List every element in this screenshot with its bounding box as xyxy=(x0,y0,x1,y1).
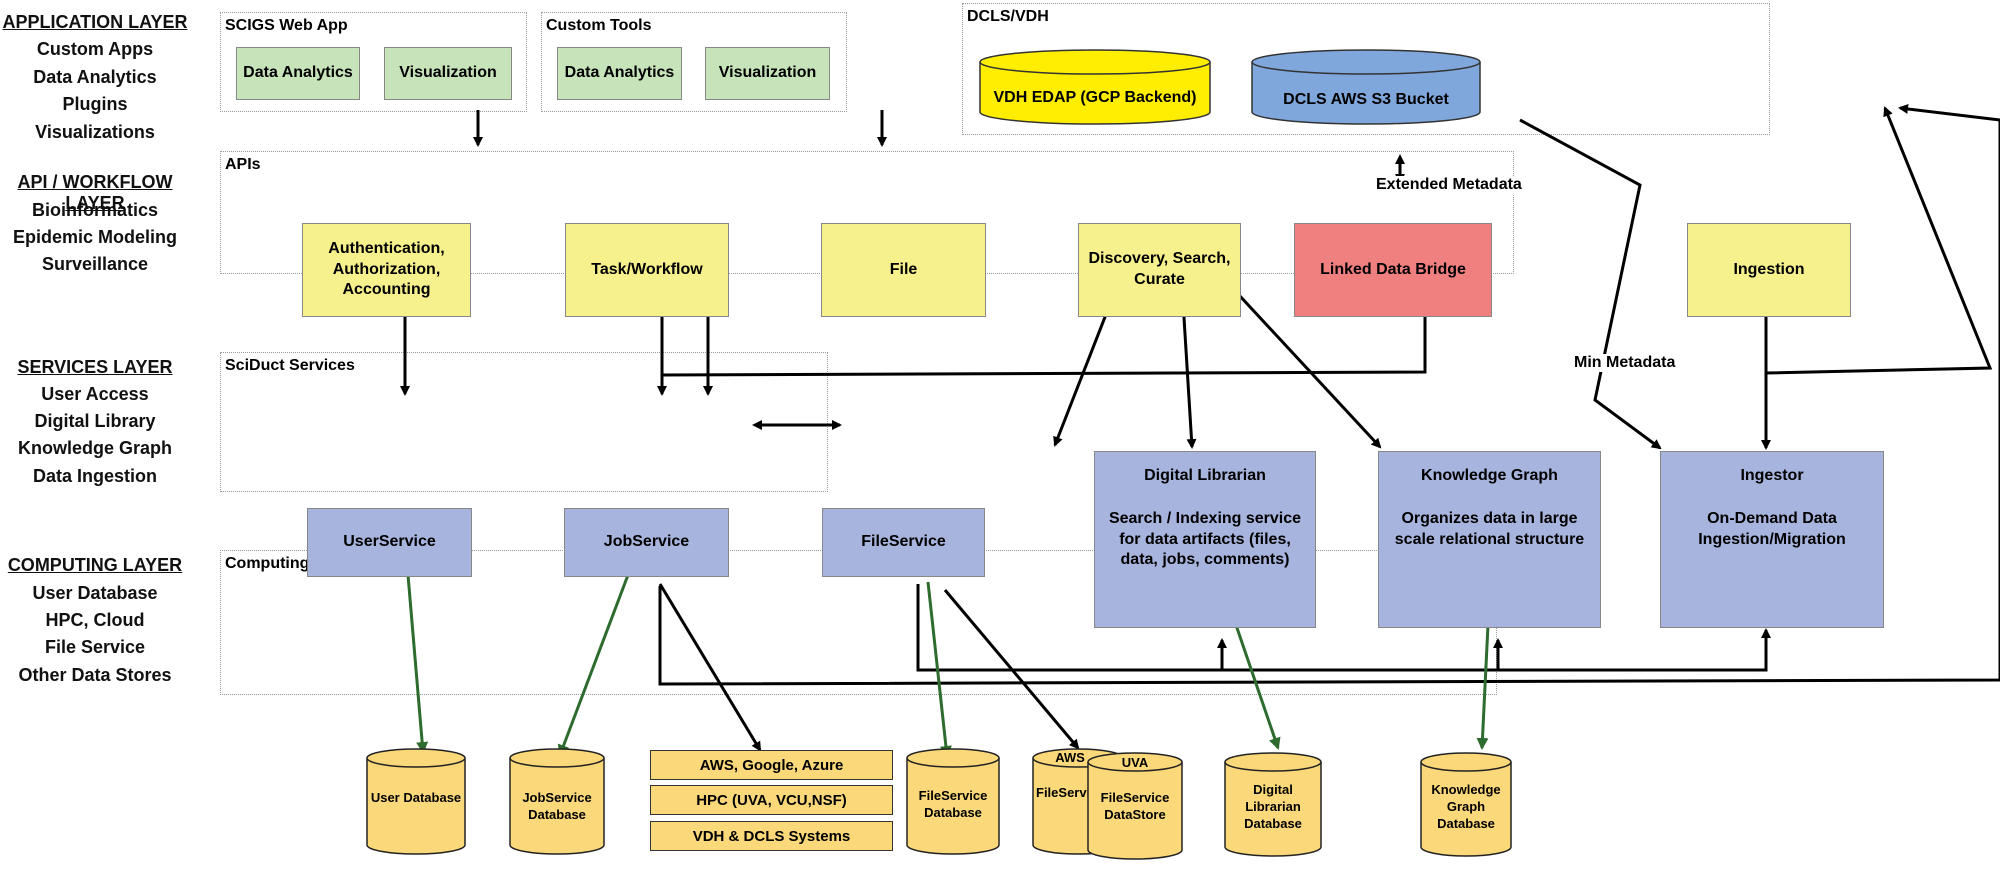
architecture-diagram: APPLICATION LAYER Custom Apps Data Analy… xyxy=(0,0,2000,885)
uva-datastore-label: FileService DataStore xyxy=(1100,790,1170,822)
fileservice-database-label: FileService Database xyxy=(918,788,988,820)
user-database-label: User Database xyxy=(370,790,462,805)
kg-database-label: Knowledge Graph Database xyxy=(1431,782,1501,831)
jobservice-database-label: JobService Database xyxy=(522,790,592,822)
dl-database-label: Digital Librarian Database xyxy=(1244,782,1302,831)
aws-datastore-label: FileService DataStore xyxy=(1036,785,1088,800)
infra-vdh-dcls: VDH & DCLS Systems xyxy=(650,821,893,851)
infra-hpc: HPC (UVA, VCU,NSF) xyxy=(650,785,893,815)
infra-cloud: AWS, Google, Azure xyxy=(650,750,893,780)
uva-tag: UVA xyxy=(1121,755,1149,770)
database-cylinders xyxy=(366,748,1512,860)
